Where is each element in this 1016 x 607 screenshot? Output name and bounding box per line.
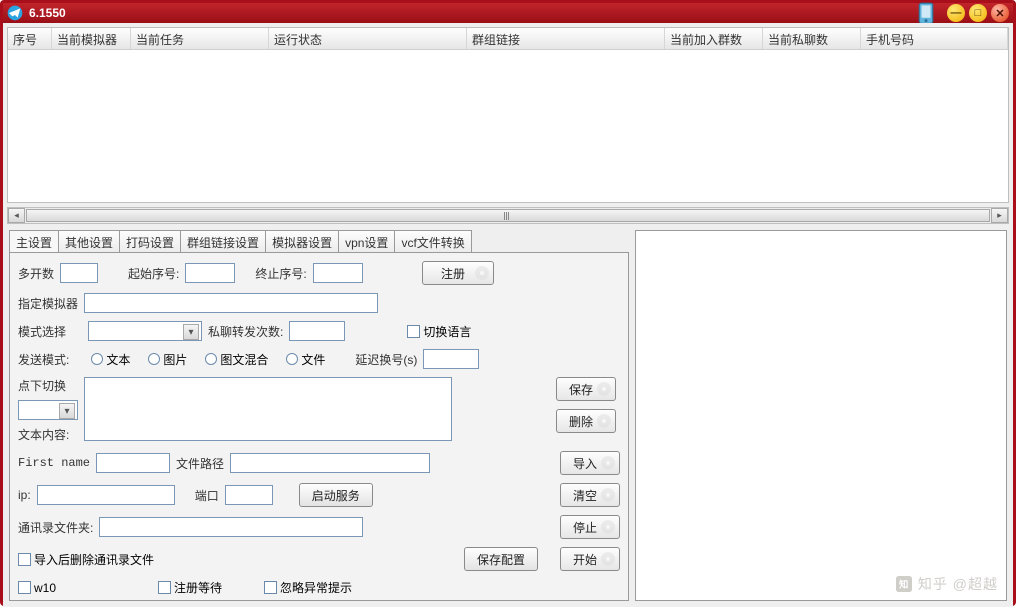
tab-captcha[interactable]: 打码设置 bbox=[119, 230, 181, 252]
delafterimport-check[interactable]: 导入后删除通讯录文件 bbox=[18, 551, 154, 568]
data-table: 序号 当前模拟器 当前任务 运行状态 群组链接 当前加入群数 当前私聊数 手机号… bbox=[7, 27, 1009, 203]
delay-label: 延迟换号(s) bbox=[355, 351, 417, 368]
switchlang-label: 切换语言 bbox=[423, 323, 471, 340]
multiopen-label: 多开数 bbox=[18, 265, 54, 282]
port-input[interactable] bbox=[225, 485, 273, 505]
minimize-button[interactable]: — bbox=[947, 4, 965, 22]
tab-grouplink[interactable]: 群组链接设置 bbox=[180, 230, 266, 252]
titlebar: 6.1550 — □ ✕ bbox=[3, 3, 1013, 23]
table-body bbox=[8, 50, 1008, 202]
filepath-input[interactable] bbox=[230, 453, 430, 473]
col-index[interactable]: 序号 bbox=[8, 28, 52, 49]
stop-button[interactable]: 停止 bbox=[560, 515, 620, 539]
assignsim-label: 指定模拟器 bbox=[18, 295, 78, 312]
firstname-input[interactable] bbox=[96, 453, 170, 473]
h-scrollbar[interactable]: ◂ ▸ bbox=[7, 207, 1009, 224]
tabstrip: 主设置 其他设置 打码设置 群组链接设置 模拟器设置 vpn设置 vcf文件转换 bbox=[9, 230, 629, 252]
col-joined-groups[interactable]: 当前加入群数 bbox=[665, 28, 763, 49]
startidx-label: 起始序号: bbox=[128, 265, 179, 282]
col-phone[interactable]: 手机号码 bbox=[861, 28, 1008, 49]
pmforward-label: 私聊转发次数: bbox=[208, 323, 283, 340]
port-label: 端口 bbox=[195, 487, 219, 504]
textcontent-label: 文本内容: bbox=[18, 426, 78, 443]
app-icon bbox=[7, 5, 23, 21]
sendopt-mixed[interactable]: 图文混合 bbox=[205, 351, 268, 368]
tab-other[interactable]: 其他设置 bbox=[58, 230, 120, 252]
col-sim[interactable]: 当前模拟器 bbox=[52, 28, 131, 49]
startidx-input[interactable] bbox=[185, 263, 235, 283]
assignsim-input[interactable] bbox=[84, 293, 378, 313]
import-button[interactable]: 导入 bbox=[560, 451, 620, 475]
settings-panel: 多开数 起始序号: 终止序号: 注册 指定模拟器 bbox=[9, 252, 629, 601]
col-status[interactable]: 运行状态 bbox=[269, 28, 467, 49]
start-button[interactable]: 开始 bbox=[560, 547, 620, 571]
waitreg-check[interactable]: 注册等待 bbox=[158, 579, 222, 596]
sendmode-label: 发送模式: bbox=[18, 351, 69, 368]
pmforward-input[interactable] bbox=[289, 321, 345, 341]
ip-label: ip: bbox=[18, 488, 31, 502]
delay-input[interactable] bbox=[423, 349, 479, 369]
contacts-label: 通讯录文件夹: bbox=[18, 519, 93, 536]
saveconfig-button[interactable]: 保存配置 bbox=[464, 547, 538, 571]
tab-vcf[interactable]: vcf文件转换 bbox=[394, 230, 471, 252]
table-header: 序号 当前模拟器 当前任务 运行状态 群组链接 当前加入群数 当前私聊数 手机号… bbox=[8, 28, 1008, 50]
ignoreerr-check[interactable]: 忽略异常提示 bbox=[264, 579, 352, 596]
scroll-track[interactable] bbox=[25, 208, 991, 223]
close-button[interactable]: ✕ bbox=[991, 4, 1009, 22]
col-task[interactable]: 当前任务 bbox=[131, 28, 269, 49]
startservice-button[interactable]: 启动服务 bbox=[299, 483, 373, 507]
maximize-button[interactable]: □ bbox=[969, 4, 987, 22]
save-button[interactable]: 保存 bbox=[556, 377, 616, 401]
clickswitch-combo[interactable] bbox=[18, 400, 78, 420]
sendopt-text[interactable]: 文本 bbox=[91, 351, 130, 368]
tab-vpn[interactable]: vpn设置 bbox=[338, 230, 395, 252]
register-button[interactable]: 注册 bbox=[422, 261, 494, 285]
endidx-label: 终止序号: bbox=[255, 265, 306, 282]
sendopt-image[interactable]: 图片 bbox=[148, 351, 187, 368]
clickswitch-label: 点下切换 bbox=[18, 377, 78, 394]
log-panel bbox=[635, 230, 1007, 601]
multiopen-input[interactable] bbox=[60, 263, 98, 283]
clear-button[interactable]: 清空 bbox=[560, 483, 620, 507]
filepath-label: 文件路径 bbox=[176, 455, 224, 472]
tab-sim[interactable]: 模拟器设置 bbox=[265, 230, 339, 252]
scroll-right-icon[interactable]: ▸ bbox=[991, 208, 1008, 223]
firstname-label: First name bbox=[18, 456, 90, 470]
textcontent-textarea[interactable] bbox=[84, 377, 452, 441]
col-pm-count[interactable]: 当前私聊数 bbox=[763, 28, 861, 49]
device-icon bbox=[917, 3, 935, 23]
modeselect-combo[interactable] bbox=[88, 321, 202, 341]
contacts-input[interactable] bbox=[99, 517, 363, 537]
delete-button[interactable]: 删除 bbox=[556, 409, 616, 433]
ip-input[interactable] bbox=[37, 485, 175, 505]
sendopt-file[interactable]: 文件 bbox=[286, 351, 325, 368]
switchlang-check[interactable]: 切换语言 bbox=[407, 323, 471, 340]
scroll-thumb[interactable] bbox=[26, 209, 990, 222]
modeselect-label: 模式选择 bbox=[18, 323, 66, 340]
w10-check[interactable]: w10 bbox=[18, 581, 56, 595]
scroll-left-icon[interactable]: ◂ bbox=[8, 208, 25, 223]
tab-main[interactable]: 主设置 bbox=[9, 230, 59, 252]
col-group-link[interactable]: 群组链接 bbox=[467, 28, 665, 49]
window-title: 6.1550 bbox=[29, 6, 917, 20]
endidx-input[interactable] bbox=[313, 263, 363, 283]
